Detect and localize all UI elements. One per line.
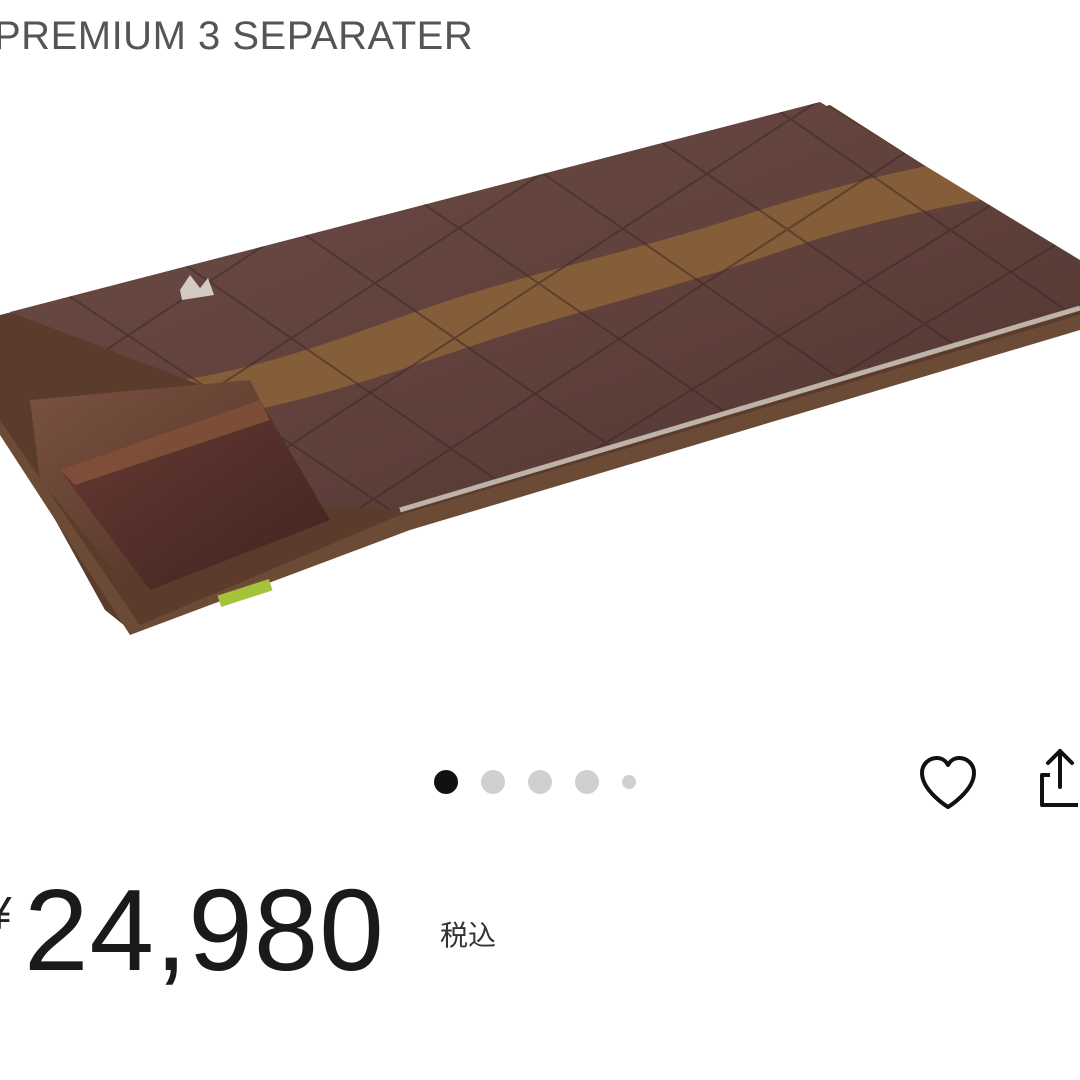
- share-button[interactable]: [1030, 745, 1080, 815]
- like-button[interactable]: [915, 750, 981, 816]
- carousel-dot-5[interactable]: [622, 775, 636, 789]
- product-image[interactable]: [0, 90, 1080, 650]
- price-amount: 24,980: [24, 865, 385, 995]
- carousel-dot-4[interactable]: [575, 770, 599, 794]
- carousel-dot-2[interactable]: [481, 770, 505, 794]
- carousel-dot-1[interactable]: [434, 770, 458, 794]
- carousel-dot-3[interactable]: [528, 770, 552, 794]
- sleeping-bag-illustration: [0, 102, 1080, 635]
- currency-symbol: ¥: [0, 886, 12, 940]
- product-page: PREMIUM 3 SEPARATER 24,980 税込: [0, 0, 1080, 1080]
- heart-outline-icon: [920, 756, 976, 809]
- share-icon: [1040, 749, 1078, 807]
- tax-included-label: 税込: [440, 919, 497, 952]
- product-title: PREMIUM 3 SEPARATER: [0, 14, 474, 58]
- price-section: ¥ 24,980 税込: [0, 870, 1080, 990]
- carousel-indicator[interactable]: [434, 768, 659, 796]
